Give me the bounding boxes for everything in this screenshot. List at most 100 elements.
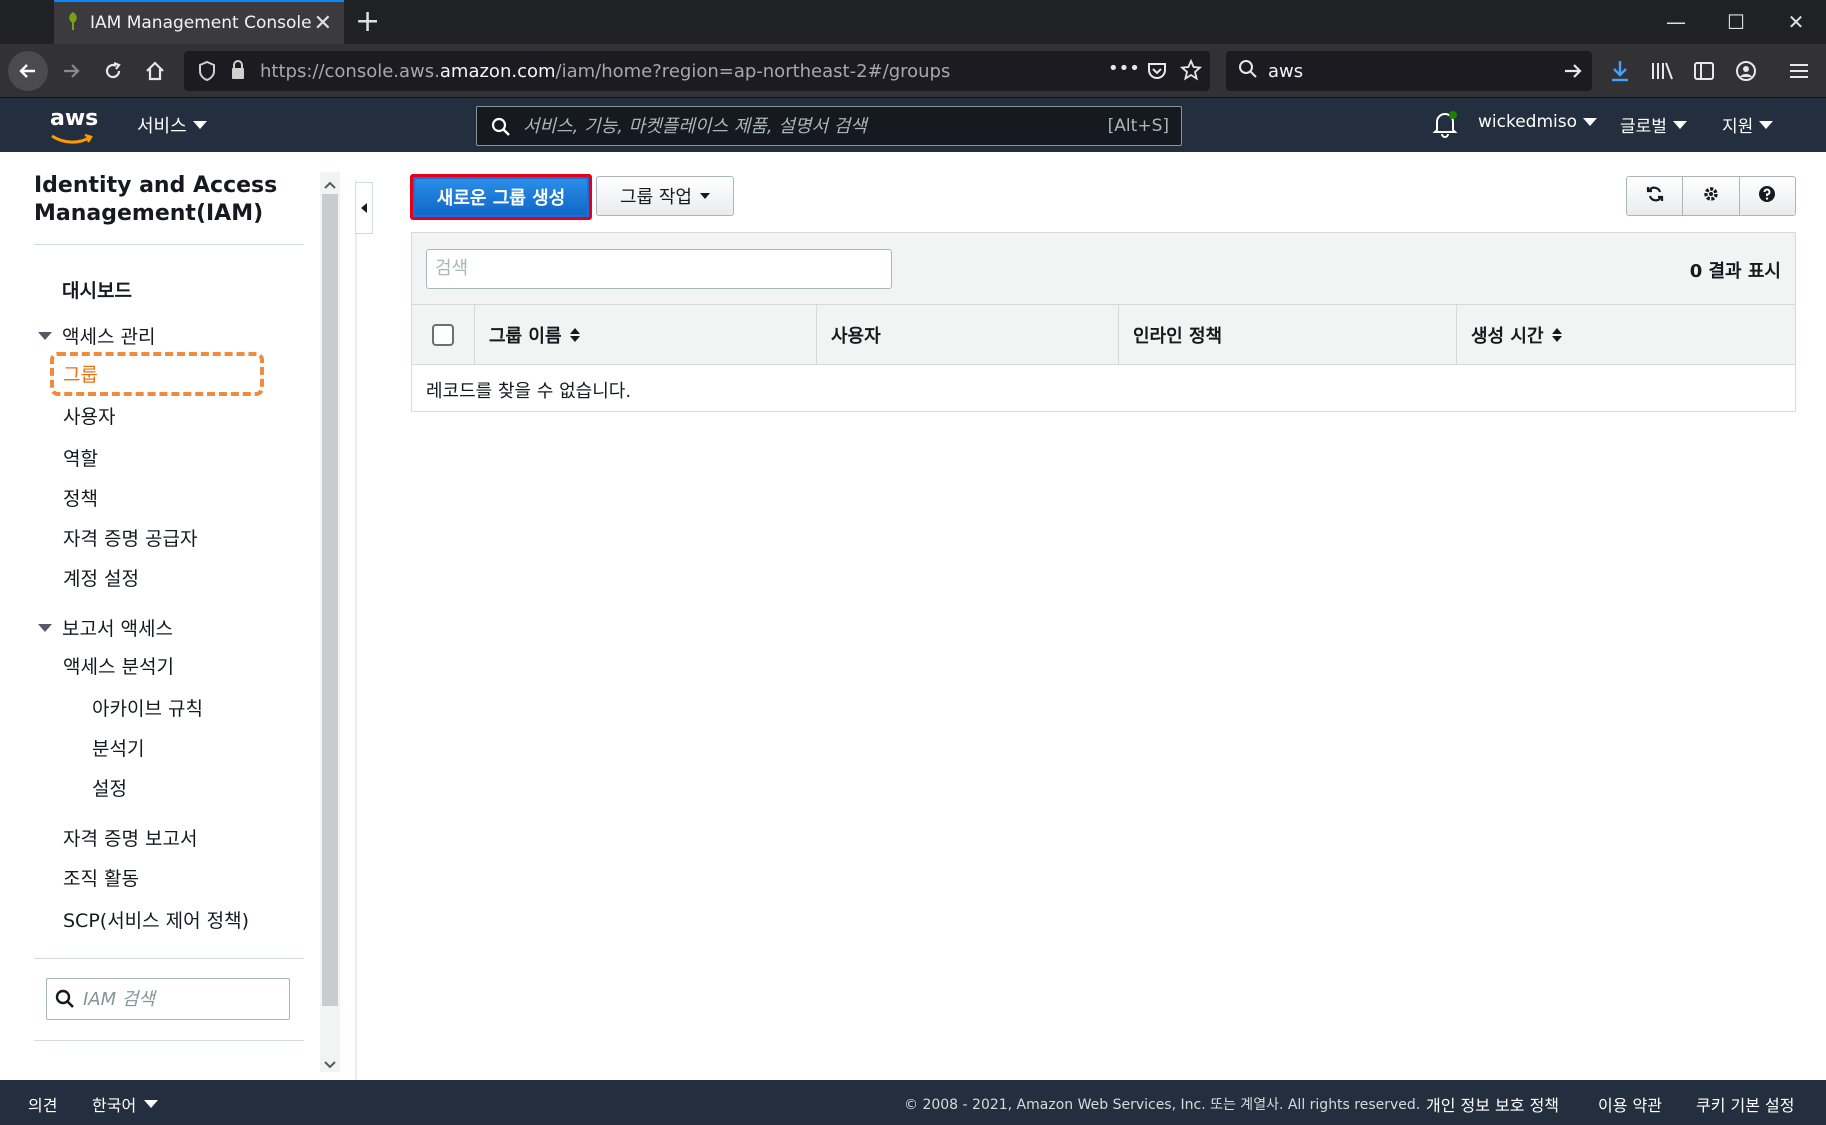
chevron-down-icon [699,193,710,199]
chevron-down-icon [1583,118,1598,126]
sidebar-item-identity-providers[interactable]: 자격 증명 공급자 [63,524,197,551]
sidebar-item-analyzers[interactable]: 분석기 [92,734,144,761]
url-bar[interactable]: https://console.aws.amazon.com/iam/home?… [184,51,1210,91]
sidebar-item-account-settings[interactable]: 계정 설정 [63,564,139,591]
scroll-up-icon[interactable] [323,176,337,195]
console-search-box[interactable]: [Alt+S] [476,106,1182,146]
services-label: 서비스 [137,116,187,137]
sidebar-item-groups[interactable]: 그룹 [63,360,98,387]
aws-logo[interactable]: aws [48,106,98,146]
copyright-text: © 2008 - 2021, Amazon Web Services, Inc.… [904,1097,1421,1113]
sidebar-toggle-icon[interactable] [1685,52,1723,90]
window-close-icon[interactable]: ✕ [1766,0,1826,44]
iam-search-input[interactable] [83,988,273,1010]
table-tools [1626,176,1796,216]
sidebar-item-analyzer-settings[interactable]: 설정 [92,774,127,801]
feedback-link[interactable]: 의견 [28,1092,57,1116]
sidebar-item-organization-activity[interactable]: 조직 활동 [63,864,139,891]
page-actions-icon[interactable]: ••• [1108,58,1140,79]
group-actions-dropdown[interactable]: 그룹 작업 [596,176,734,216]
reload-icon[interactable] [94,52,132,90]
group-search-box[interactable] [426,249,892,289]
pocket-icon[interactable] [1146,60,1168,86]
sidebar-item-roles[interactable]: 역할 [63,444,98,471]
library-icon[interactable] [1643,52,1681,90]
account-icon[interactable] [1727,52,1765,90]
iam-sidebar: Identity and Access Management(IAM) 대시보드… [0,152,343,1080]
help-button[interactable] [1739,177,1795,215]
result-count: 0 결과 표시 [1689,261,1781,282]
tab-close-icon[interactable]: ✕ [314,11,332,36]
browser-search-value: aws [1268,60,1304,82]
column-inline-policy: 인라인 정책 [1118,305,1456,365]
sidebar-section-access-reports[interactable]: 보고서 액세스 [38,614,173,641]
scroll-down-icon[interactable] [323,1056,337,1075]
support-label: 지원 [1722,117,1754,137]
shield-icon[interactable] [198,60,216,86]
aws-smile-icon [50,132,94,151]
cookie-preferences-link[interactable]: 쿠키 기본 설정 [1696,1092,1795,1116]
privacy-policy-link[interactable]: 개인 정보 보호 정책 [1426,1092,1559,1116]
refresh-icon [1645,184,1665,208]
search-icon [55,989,75,1013]
url-path: /iam/home?region=ap-northeast-2#/groups [555,60,951,82]
sidebar-scrollbar[interactable] [320,172,340,1072]
language-selector[interactable]: 한국어 [92,1092,159,1116]
column-group-name[interactable]: 그룹 이름 [474,305,816,365]
console-search-input[interactable] [523,115,1083,137]
region-menu[interactable]: 글로벌 [1620,112,1687,137]
browser-search-bar[interactable]: aws [1226,51,1592,91]
table-toolbar: 0 결과 표시 [412,233,1795,305]
sidebar-section-access-management[interactable]: 액세스 관리 [38,322,155,349]
browser-tab[interactable]: IAM Management Console ✕ [54,0,344,44]
notification-bell-icon[interactable] [1432,110,1458,142]
sidebar-collapse-button[interactable] [355,182,373,234]
sidebar-item-dashboard[interactable]: 대시보드 [62,276,132,303]
download-icon[interactable] [1601,52,1639,90]
column-creation-time[interactable]: 생성 시간 [1456,305,1795,365]
forward-arrow-icon[interactable] [52,52,90,90]
help-icon [1757,184,1777,208]
sidebar-title: Identity and Access Management(IAM) [34,173,278,226]
settings-button[interactable] [1683,177,1740,215]
language-label: 한국어 [92,1096,137,1115]
column-label: 사용자 [831,326,881,347]
sidebar-item-archive-rules[interactable]: 아카이브 규칙 [92,694,203,721]
console-footer: 의견 한국어 © 2008 - 2021, Amazon Web Service… [0,1080,1826,1125]
services-menu[interactable]: 서비스 [137,112,207,138]
lock-icon[interactable] [230,59,246,85]
sidebar-item-credential-report[interactable]: 자격 증명 보고서 [63,824,197,851]
hamburger-menu-icon[interactable] [1780,52,1818,90]
sidebar-item-scp[interactable]: SCP(서비스 제어 정책) [63,906,249,933]
create-new-group-button[interactable]: 새로운 그룹 생성 [410,174,592,220]
tab-title: IAM Management Console [90,13,312,33]
home-icon[interactable] [136,52,174,90]
chevron-down-icon [192,121,207,129]
sort-icon[interactable] [1551,328,1562,342]
minimize-icon[interactable]: — [1646,0,1706,44]
new-tab-button[interactable]: + [355,4,380,40]
chevron-down-icon [1759,120,1774,129]
scrollbar-thumb[interactable] [322,194,338,1006]
terms-link[interactable]: 이용 약관 [1598,1092,1662,1116]
sidebar-item-access-analyzer[interactable]: 액세스 분석기 [63,652,174,679]
section-label: 액세스 관리 [62,326,156,348]
url-text: https://console.aws.amazon.com/iam/home?… [260,61,950,82]
select-all-checkbox[interactable] [432,324,454,346]
iam-search-box[interactable] [46,978,290,1020]
search-go-arrow-icon[interactable] [1562,60,1584,86]
sidebar-item-policies[interactable]: 정책 [63,484,98,511]
sidebar-item-users[interactable]: 사용자 [63,402,115,429]
table-header: 그룹 이름 사용자 인라인 정책 생성 시간 [412,305,1795,365]
maximize-icon[interactable]: ☐ [1706,0,1766,44]
account-menu[interactable]: wickedmiso [1478,112,1598,132]
aws-favicon-icon [66,11,80,35]
sort-icon[interactable] [569,328,580,342]
group-search-input[interactable] [435,258,875,279]
refresh-button[interactable] [1627,177,1684,215]
support-menu[interactable]: 지원 [1722,112,1774,137]
back-arrow-icon[interactable] [8,51,48,91]
bookmark-star-icon[interactable] [1179,58,1203,85]
aws-logo-text: aws [50,106,99,131]
section-label: 보고서 액세스 [62,618,173,640]
